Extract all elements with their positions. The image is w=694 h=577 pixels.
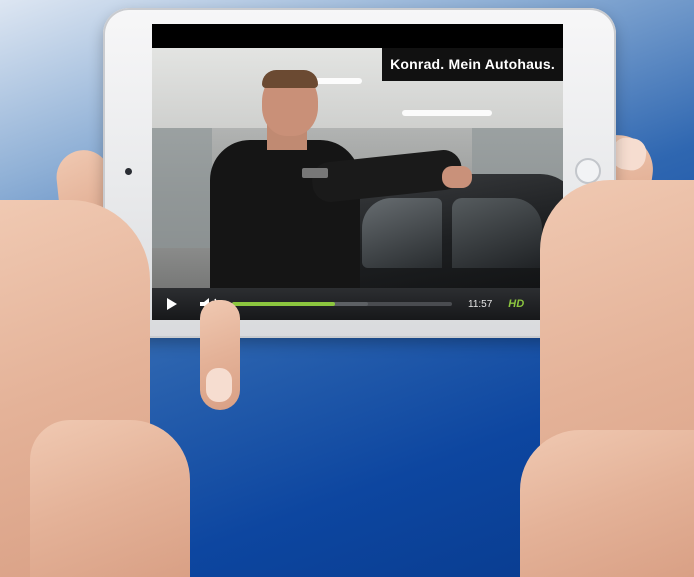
scene: Konrad. Mein Autohaus. 11:57 HD xyxy=(0,0,694,577)
ceiling-light xyxy=(402,110,492,116)
left-thumbnail xyxy=(206,368,232,402)
duration-label: 11:57 xyxy=(468,298,493,310)
progress-bar[interactable] xyxy=(232,302,452,306)
play-icon xyxy=(167,298,177,310)
car-window xyxy=(362,198,442,268)
progress-fill xyxy=(232,302,336,306)
shirt-logo xyxy=(302,168,328,178)
video-frame[interactable]: Konrad. Mein Autohaus. xyxy=(152,48,563,310)
video-title-banner: Konrad. Mein Autohaus. xyxy=(382,48,563,81)
hd-quality-button[interactable]: HD xyxy=(508,298,524,310)
left-wrist xyxy=(30,420,190,577)
car-window xyxy=(452,198,542,268)
background-window xyxy=(152,128,212,248)
person-hair xyxy=(262,70,318,88)
play-button[interactable] xyxy=(152,288,192,320)
right-wrist xyxy=(520,430,694,577)
camera-icon xyxy=(125,168,132,175)
tablet-screen: Konrad. Mein Autohaus. 11:57 HD xyxy=(152,24,563,320)
person-hand xyxy=(442,166,472,188)
